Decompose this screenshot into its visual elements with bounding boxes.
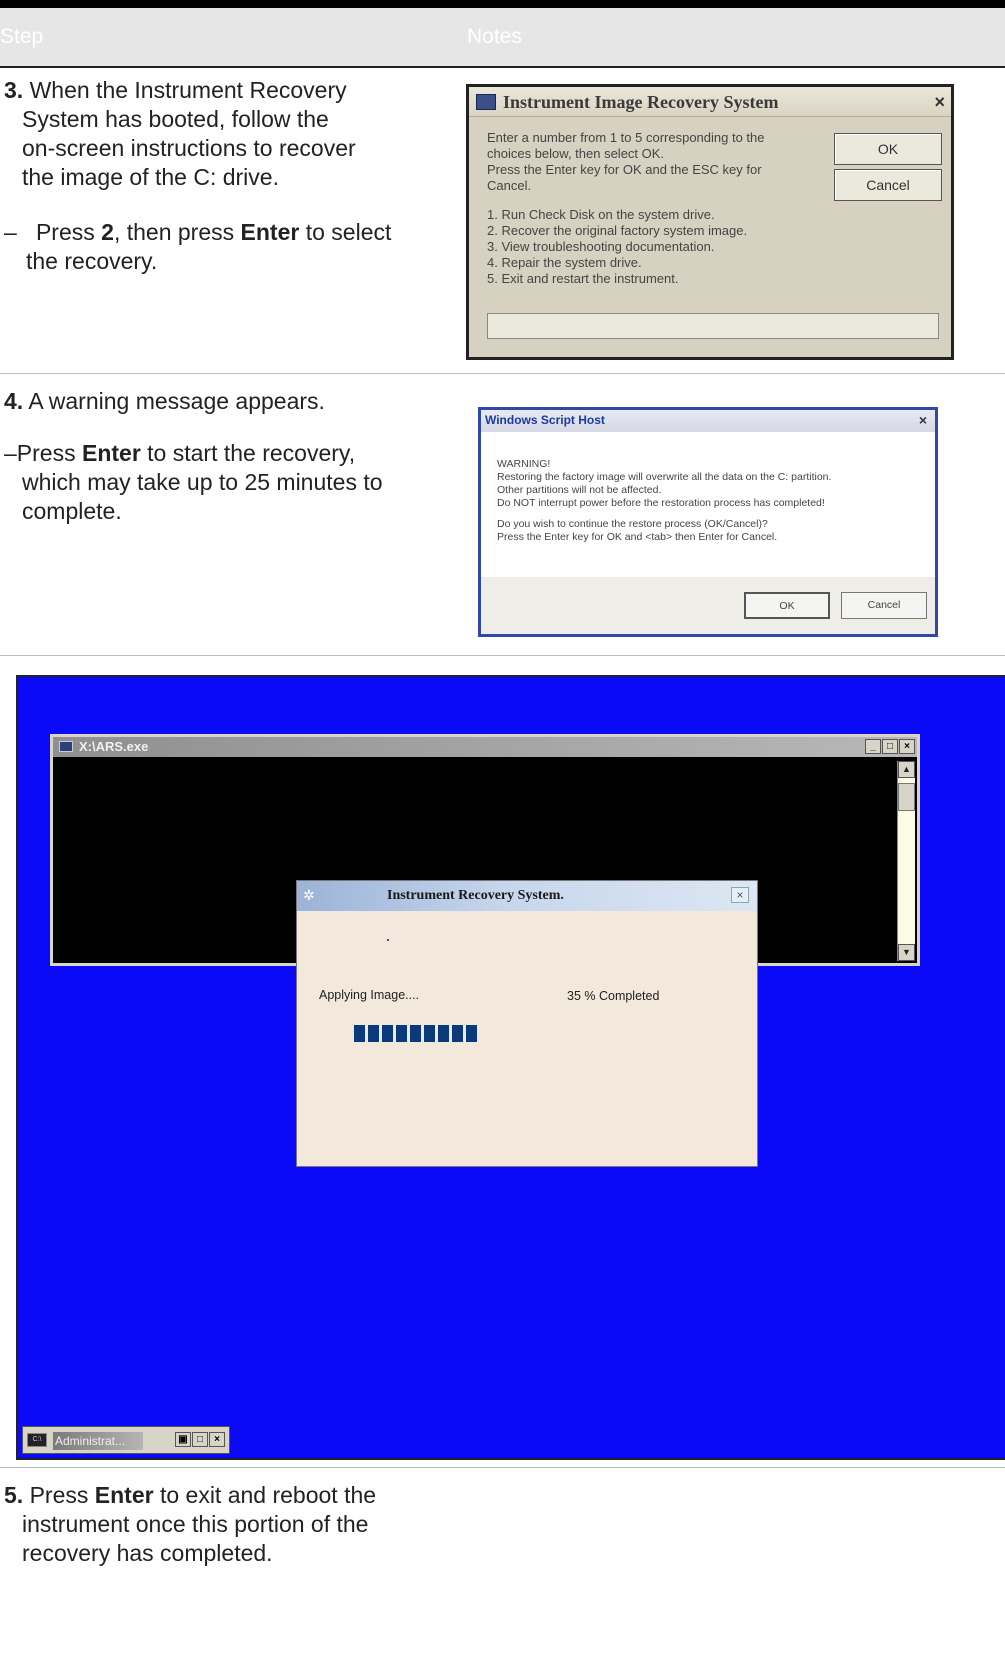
console-title: X:\ARS.exe — [79, 739, 149, 754]
admin-window-label: Administrat... — [53, 1432, 143, 1450]
cmd-icon: C:\ — [27, 1433, 47, 1447]
recovery-option-5: 5. Exit and restart the instrument. — [487, 271, 679, 286]
step3-text: 3. When the Instrument Recovery System h… — [4, 76, 356, 192]
sparkle-icon: ✲ — [303, 887, 315, 903]
recovery-dialog-title: Instrument Image Recovery System — [503, 92, 779, 112]
decorative-dot — [387, 939, 389, 941]
row-divider — [0, 373, 1005, 374]
close-icon[interactable]: × — [209, 1432, 225, 1447]
cancel-button[interactable]: Cancel — [834, 169, 942, 201]
script-host-dialog: Windows Script Host × WARNING! Restoring… — [478, 407, 938, 637]
choice-input[interactable] — [487, 313, 939, 339]
step3-line1: When the Instrument Recovery — [29, 77, 347, 103]
recovery-dialog: Instrument Image Recovery System × Enter… — [466, 84, 954, 360]
script-host-titlebar[interactable]: Windows Script Host × — [481, 410, 935, 432]
recovery-progress-dialog: ✲ Instrument Recovery System. × Applying… — [296, 880, 758, 1167]
top-rule — [0, 0, 1005, 8]
step3-bullet-mid: , then press — [113, 219, 241, 245]
step4-bullet-post: to start the recovery, — [140, 440, 356, 466]
recovery-line-1: Enter a number from 1 to 5 corresponding… — [487, 130, 765, 145]
step3-number: 3. — [4, 77, 24, 103]
row-divider — [0, 655, 1005, 656]
scroll-thumb[interactable] — [898, 783, 915, 811]
step5-line3: recovery has completed. — [22, 1540, 273, 1566]
step3-bullet: – Press 2, then press Enter to select th… — [4, 218, 391, 276]
step3-line2: System has booted, follow the — [22, 106, 329, 132]
step3-bullet-pre: Press — [35, 219, 102, 245]
script-host-title: Windows Script Host — [485, 413, 605, 427]
step3-line3: on-screen instructions to recover — [22, 135, 356, 161]
warning-line-5: Do you wish to continue the restore proc… — [497, 518, 768, 530]
close-icon[interactable]: × — [934, 92, 945, 113]
header-notes: Notes — [467, 25, 522, 48]
step4-key: Enter — [81, 440, 141, 466]
maximize-icon[interactable]: □ — [882, 739, 898, 754]
recovery-line-3: Press the Enter key for OK and the ESC k… — [487, 162, 762, 177]
step3-bullet-line2: the recovery. — [26, 248, 158, 274]
step5-pre: Press — [29, 1482, 95, 1508]
progress-titlebar[interactable]: ✲ Instrument Recovery System. × — [297, 881, 757, 911]
close-icon[interactable]: × — [731, 887, 749, 903]
step4-line: A warning message appears. — [28, 388, 325, 414]
warning-line-2: Restoring the factory image will overwri… — [497, 471, 832, 483]
warning-line-3: Other partitions will not be affected. — [497, 484, 662, 496]
ok-button[interactable]: OK — [834, 133, 942, 165]
status-text: Applying Image.... — [319, 988, 420, 1002]
step5-key: Enter — [94, 1482, 154, 1508]
warning-line-6: Press the Enter key for OK and <tab> the… — [497, 531, 778, 543]
ok-button[interactable]: OK — [744, 592, 830, 619]
step5-text: 5. Press Enter to exit and reboot the in… — [4, 1481, 376, 1568]
recovery-line-2: choices below, then select OK. — [487, 146, 665, 161]
progress-title: Instrument Recovery System. — [387, 888, 564, 903]
warning-line-1: WARNING! — [497, 458, 551, 470]
scroll-up-icon[interactable]: ▲ — [898, 761, 915, 778]
step3-line4: the image of the C: drive. — [22, 164, 279, 190]
recovery-option-4: 4. Repair the system drive. — [487, 255, 642, 270]
dialog-footer: OK Cancel — [481, 577, 935, 634]
percent-text: 35 % Completed — [567, 989, 660, 1003]
step5-line2: instrument once this portion of the — [22, 1511, 369, 1537]
admin-window-buttons: ▣ □ × — [175, 1432, 225, 1447]
close-icon[interactable]: × — [919, 412, 927, 428]
step3-dash: – — [4, 219, 17, 245]
step4-number: 4. — [4, 388, 24, 414]
step4-bullet: –Press Enter to start the recovery, whic… — [4, 439, 383, 526]
minimize-icon[interactable]: _ — [865, 739, 881, 754]
step4-text: 4. A warning message appears. — [4, 387, 325, 416]
console-icon — [59, 741, 73, 752]
warning-line-4: Do NOT interrupt power before the restor… — [497, 497, 825, 509]
console-scrollbar[interactable]: ▲ ▼ — [897, 761, 915, 961]
progress-fill — [354, 1025, 480, 1042]
step5-post: to exit and reboot the — [153, 1482, 377, 1508]
recovery-option-1: 1. Run Check Disk on the system drive. — [487, 207, 715, 222]
step3-bullet-post: to select — [299, 219, 392, 245]
console-titlebar[interactable]: X:\ARS.exe _ □ × — [53, 737, 917, 757]
step3-key2: Enter — [240, 219, 300, 245]
row-divider — [0, 1467, 1005, 1468]
recovery-option-2: 2. Recover the original factory system i… — [487, 223, 748, 238]
minimized-admin-window[interactable]: C:\ Administrat... ▣ □ × — [22, 1426, 230, 1454]
table-header: Step Notes — [0, 8, 1005, 68]
step5-number: 5. — [4, 1482, 24, 1508]
scroll-down-icon[interactable]: ▼ — [898, 944, 915, 961]
step4-bullet-pre: –Press — [4, 440, 82, 466]
cancel-button[interactable]: Cancel — [841, 592, 927, 619]
app-icon — [476, 94, 496, 110]
restore-icon[interactable]: ▣ — [175, 1432, 191, 1447]
recovery-dialog-titlebar[interactable]: Instrument Image Recovery System × — [469, 87, 951, 117]
recovery-option-3: 3. View troubleshooting documentation. — [487, 239, 715, 254]
close-icon[interactable]: × — [899, 739, 915, 754]
console-window-buttons: _ □ × — [865, 739, 915, 754]
step4-bullet-line2: which may take up to 25 minutes to — [22, 469, 383, 495]
maximize-icon[interactable]: □ — [192, 1432, 208, 1447]
header-step: Step — [0, 25, 44, 48]
step4-bullet-line3: complete. — [22, 498, 122, 524]
recovery-line-4: Cancel. — [487, 178, 532, 193]
step3-key1: 2 — [101, 219, 114, 245]
progress-bar — [354, 1025, 714, 1042]
